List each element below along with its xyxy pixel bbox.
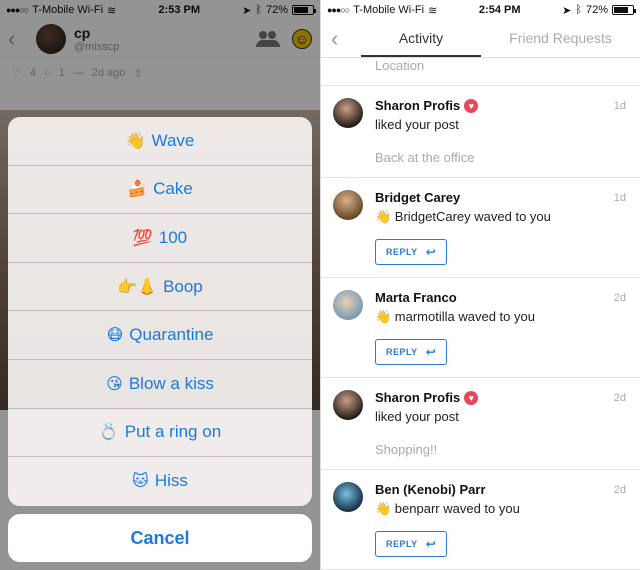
list-item[interactable]: Ben (Kenobi) Parr 👋 benparr waved to you… bbox=[321, 470, 640, 570]
hundred-emoji-icon: 💯 bbox=[132, 229, 153, 247]
reply-arrow-icon: ↩ bbox=[425, 537, 437, 551]
feed-post-caption: Shopping!! bbox=[375, 442, 438, 457]
action-cake-button[interactable]: 🍰 Cake bbox=[8, 166, 312, 215]
feed-time: 2d bbox=[613, 484, 626, 496]
boop-emoji-icon: 👉👃 bbox=[117, 278, 158, 296]
reply-button[interactable]: REPLY ↩ bbox=[375, 239, 448, 265]
heart-badge-icon: ♥ bbox=[464, 98, 479, 113]
feed-time: 1d bbox=[613, 192, 626, 204]
status-time: 2:54 PM bbox=[478, 4, 521, 16]
carrier-label: T-Mobile Wi-Fi bbox=[353, 4, 425, 16]
back-chevron-icon[interactable]: ‹ bbox=[331, 26, 338, 52]
heart-badge-icon: ♥ bbox=[464, 390, 479, 405]
cat-emoji-icon: 🐱 bbox=[132, 473, 149, 491]
action-ring-button[interactable]: 💍 Put a ring on bbox=[8, 409, 312, 458]
location-icon: ➤ bbox=[562, 4, 572, 17]
feed-text: liked your post bbox=[375, 409, 459, 424]
ring-emoji-icon: 💍 bbox=[98, 424, 119, 442]
feed-name[interactable]: Sharon Profis bbox=[375, 98, 460, 113]
action-100-button[interactable]: 💯 100 bbox=[8, 214, 312, 263]
action-hiss-button[interactable]: 🐱 Hiss bbox=[8, 457, 312, 506]
feed-name[interactable]: Sharon Profis bbox=[375, 390, 460, 405]
feed-text: 👋 marmotilla waved to you bbox=[375, 309, 535, 324]
action-quarantine-button[interactable]: 😷 Quarantine bbox=[8, 311, 312, 360]
wifi-icon: ≋ bbox=[428, 4, 438, 17]
feed-text: liked your post bbox=[375, 117, 459, 132]
list-item[interactable]: Sharon Profis ♥ liked your post Shopping… bbox=[321, 378, 640, 470]
action-wave-button[interactable]: 👋 Wave bbox=[8, 117, 312, 166]
reply-button[interactable]: REPLY ↩ bbox=[375, 339, 448, 365]
battery-percent: 72% bbox=[585, 4, 608, 16]
activity-tabs: ‹ Activity Friend Requests bbox=[321, 20, 640, 58]
signal-dots-icon: ●●●○○ bbox=[327, 5, 350, 15]
action-boop-button[interactable]: 👉👃 Boop bbox=[8, 263, 312, 312]
action-blow-kiss-button[interactable]: 😘 Blow a kiss bbox=[8, 360, 312, 409]
feed-name[interactable]: Bridget Carey bbox=[375, 190, 460, 205]
feed-name[interactable]: Ben (Kenobi) Parr bbox=[375, 482, 486, 497]
tab-activity[interactable]: Activity bbox=[361, 19, 481, 57]
left-phone-screen: ●●●○○ T-Mobile Wi-Fi ≋ 2:53 PM ➤ ᛒ 72% ‹… bbox=[0, 0, 320, 570]
feed-time: 2d bbox=[613, 292, 626, 304]
status-bar: ●●●○○ T-Mobile Wi-Fi ≋ 2:54 PM ➤ ᛒ 72% bbox=[321, 0, 640, 20]
previous-item-fragment: Location bbox=[321, 58, 640, 86]
reply-arrow-icon: ↩ bbox=[425, 245, 437, 259]
mask-emoji-icon: 😷 bbox=[106, 327, 124, 345]
bluetooth-icon: ᛒ bbox=[575, 4, 582, 16]
feed-time: 1d bbox=[613, 100, 626, 112]
avatar[interactable] bbox=[333, 482, 363, 512]
avatar[interactable] bbox=[333, 390, 363, 420]
action-sheet: 👋 Wave 🍰 Cake 💯 100 👉👃 Boop 😷 Quarantine 😘 Blo… bbox=[8, 117, 312, 506]
avatar[interactable] bbox=[333, 290, 363, 320]
right-phone-screen: ●●●○○ T-Mobile Wi-Fi ≋ 2:54 PM ➤ ᛒ 72% ‹… bbox=[320, 0, 640, 570]
list-item[interactable]: Bridget Carey 👋 BridgetCarey waved to yo… bbox=[321, 178, 640, 278]
feed-text: 👋 benparr waved to you bbox=[375, 501, 520, 516]
list-item[interactable]: Sharon Profis ♥ liked your post Back at … bbox=[321, 86, 640, 178]
tab-friend-requests[interactable]: Friend Requests bbox=[481, 19, 640, 57]
feed-text: 👋 BridgetCarey waved to you bbox=[375, 209, 551, 224]
kiss-emoji-icon: 😘 bbox=[106, 375, 123, 393]
avatar[interactable] bbox=[333, 98, 363, 128]
wave-emoji-icon: 👋 bbox=[125, 132, 146, 150]
feed-post-caption: Back at the office bbox=[375, 150, 475, 165]
screenshots-container: ●●●○○ T-Mobile Wi-Fi ≋ 2:53 PM ➤ ᛒ 72% ‹… bbox=[0, 0, 640, 570]
reply-arrow-icon: ↩ bbox=[425, 345, 437, 359]
list-item[interactable]: Marta Franco 👋 marmotilla waved to you R… bbox=[321, 278, 640, 378]
avatar[interactable] bbox=[333, 190, 363, 220]
cake-emoji-icon: 🍰 bbox=[127, 181, 148, 199]
cancel-button[interactable]: Cancel bbox=[8, 514, 312, 562]
feed-time: 2d bbox=[613, 392, 626, 404]
battery-icon bbox=[611, 5, 636, 15]
reply-button[interactable]: REPLY ↩ bbox=[375, 531, 448, 557]
feed-name[interactable]: Marta Franco bbox=[375, 290, 457, 305]
